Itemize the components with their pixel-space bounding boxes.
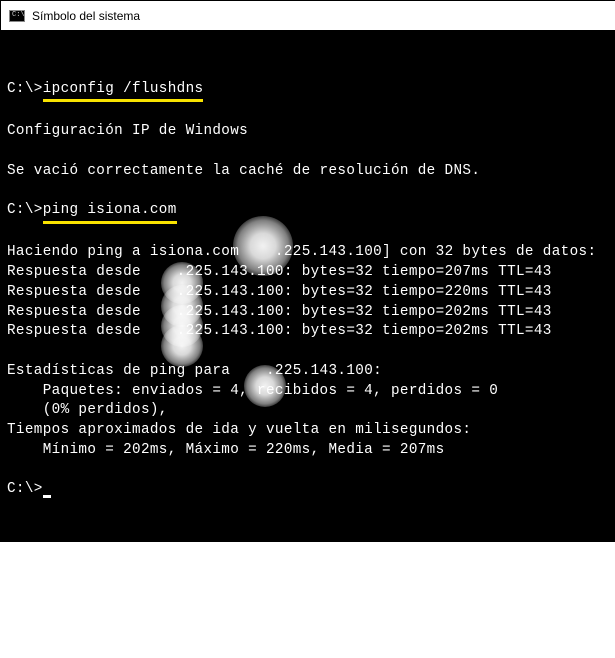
prompt-line-3: C:\> [7,481,51,497]
window-title: Símbolo del sistema [32,9,140,23]
prompt-line-2: C:\>ping isiona.com [7,202,177,218]
flush-result: Se vació correctamente la caché de resol… [7,163,480,179]
prompt: C:\> [7,481,43,497]
ping-rtt-values: Mínimo = 202ms, Máximo = 220ms, Media = … [7,442,445,458]
prompt: C:\> [7,202,43,218]
ipconfig-header: Configuración IP de Windows [7,123,248,139]
ping-reply-2: Respuesta desde .225.143.100: bytes=32 t… [7,284,552,300]
ping-reply-1: Respuesta desde .225.143.100: bytes=32 t… [7,264,552,280]
command-prompt-window: C:\ Símbolo del sistema C:\>ipconfig /fl… [0,0,615,542]
cursor [43,495,51,498]
titlebar[interactable]: C:\ Símbolo del sistema [0,0,615,30]
ping-loss: (0% perdidos), [7,402,168,418]
command-1: ipconfig /flushdns [43,80,204,103]
ping-packets: Paquetes: enviados = 4, recibidos = 4, p… [7,383,498,399]
ping-header: Haciendo ping a isiona.com .225.143.100]… [7,244,596,260]
prompt-line-1: C:\>ipconfig /flushdns [7,81,203,97]
prompt: C:\> [7,81,43,97]
ping-stats-header: Estadísticas de ping para .225.143.100: [7,363,382,379]
cmd-icon: C:\ [9,10,25,22]
ping-reply-3: Respuesta desde .225.143.100: bytes=32 t… [7,304,552,320]
ping-rtt-header: Tiempos aproximados de ida y vuelta en m… [7,422,471,438]
terminal-output[interactable]: C:\>ipconfig /flushdns Configuración IP … [0,30,615,542]
ping-reply-4: Respuesta desde .225.143.100: bytes=32 t… [7,323,552,339]
command-2: ping isiona.com [43,201,177,224]
